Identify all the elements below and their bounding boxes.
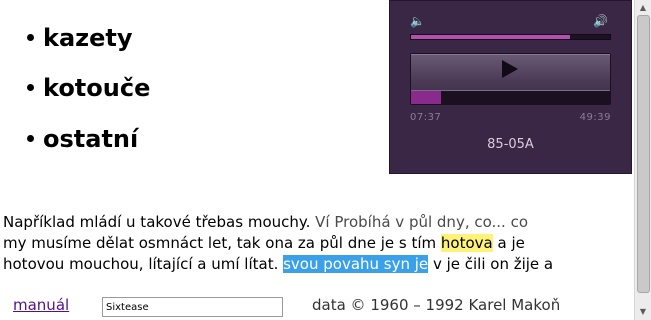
play-icon[interactable] <box>502 60 518 78</box>
transcript-segment-faded[interactable]: Ví Probíhá v půl dny, co... co <box>315 213 528 231</box>
scroll-up-icon[interactable]: ▲ <box>637 1 649 15</box>
list-item-kotouce[interactable]: kotouče <box>27 74 150 102</box>
seek-bar[interactable] <box>411 90 610 104</box>
selected-text-highlight[interactable]: svou povahu syn je <box>283 255 429 273</box>
list-item-ostatni[interactable]: ostatní <box>27 125 138 153</box>
list-item-label[interactable]: kotouče <box>43 74 150 102</box>
transcript-segment[interactable]: a je <box>493 234 525 252</box>
transcript-line: Například mládí u takové třebas mouchy. … <box>3 212 631 233</box>
current-time: 07:37 <box>410 112 442 123</box>
current-word-highlight[interactable]: hotova <box>440 234 493 252</box>
volume-slider[interactable] <box>410 34 611 40</box>
copyright-text: data © 1960 – 1992 Karel Makoň <box>312 296 561 314</box>
vertical-scrollbar[interactable]: ▲ ▼ <box>634 0 651 320</box>
transcript-line: hotovou mouchou, lítající a umí lítat. s… <box>3 254 631 275</box>
bullet-icon <box>27 134 34 142</box>
display-highlight <box>411 54 610 55</box>
search-input[interactable] <box>102 297 283 317</box>
bullet-icon <box>27 33 34 41</box>
speaker-high-icon[interactable]: 🔊 <box>593 15 608 27</box>
transcript-line: my musíme dělat osmnáct let, tak ona za … <box>3 233 631 254</box>
transcript-segment[interactable]: v je čili on žije a <box>428 255 553 273</box>
transcript-segment[interactable]: Například mládí u takové třebas mouchy. <box>3 213 315 231</box>
seek-bar-fill <box>411 91 441 104</box>
list-item-label[interactable]: kazety <box>43 24 133 52</box>
transcript-text: Například mládí u takové třebas mouchy. … <box>3 212 631 275</box>
volume-slider-fill <box>411 35 571 39</box>
player-display <box>410 53 611 105</box>
transcript-segment[interactable]: hotovou mouchou, lítající a umí lítat. <box>3 255 283 273</box>
audio-player: 🔈 🔊 07:37 49:39 85-05A <box>389 0 632 174</box>
list-item-label[interactable]: ostatní <box>43 125 138 153</box>
scroll-down-icon[interactable]: ▼ <box>637 305 649 319</box>
bullet-icon <box>27 83 34 91</box>
total-time: 49:39 <box>579 112 611 123</box>
scrollbar-thumb[interactable] <box>637 15 650 293</box>
manual-link[interactable]: manuál <box>13 296 69 314</box>
transcript-segment[interactable]: my musíme dělat osmnáct let, tak ona za … <box>3 234 441 252</box>
speaker-low-icon[interactable]: 🔈 <box>410 15 425 27</box>
track-name: 85-05A <box>487 137 534 152</box>
list-item-kazety[interactable]: kazety <box>27 24 133 52</box>
